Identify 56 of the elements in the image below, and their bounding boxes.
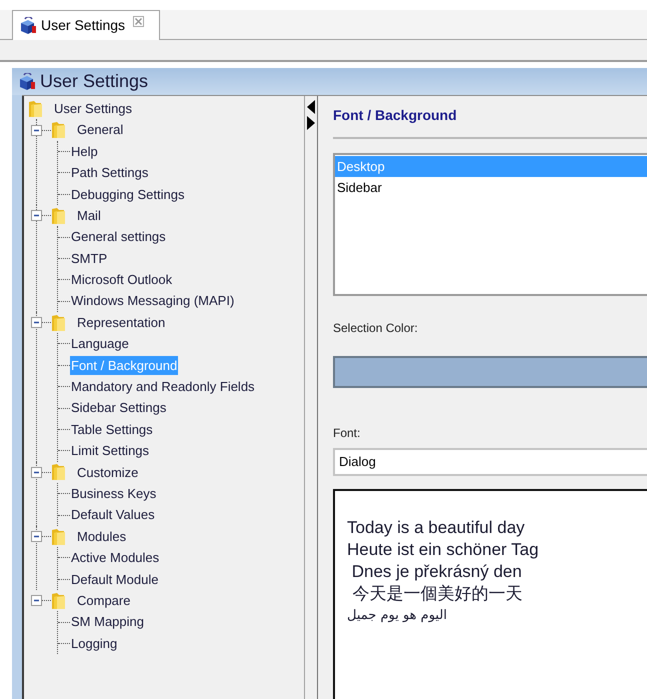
tab[interactable]: User Settings <box>12 10 160 40</box>
tree-item[interactable]: Path Settings <box>70 163 150 183</box>
tree-item[interactable]: Sidebar Settings <box>70 398 168 418</box>
folder-icon <box>28 100 43 118</box>
font-dropdown[interactable]: Dialog <box>333 448 647 476</box>
color-swatch[interactable] <box>333 356 647 388</box>
tree-item[interactable]: Help <box>70 142 99 162</box>
app-icon <box>18 72 36 90</box>
tree-item[interactable]: Default Values <box>70 505 156 525</box>
collapse-icon[interactable] <box>31 595 42 606</box>
preview-text: اليوم هو يوم جميل <box>347 607 447 625</box>
tree-item[interactable]: Modules <box>76 528 128 544</box>
left-arrow-icon[interactable] <box>307 100 315 114</box>
folder-icon <box>51 314 66 332</box>
collapse-icon[interactable] <box>31 317 42 328</box>
folder-icon <box>51 121 66 140</box>
tree-item[interactable]: Business Keys <box>70 484 158 504</box>
app-icon <box>19 16 37 34</box>
preview-text: 今天是一個美好的一天 <box>351 583 522 606</box>
collapse-icon[interactable] <box>31 466 42 478</box>
tree-item[interactable]: Limit Settings <box>70 441 150 461</box>
preview-text: Dnes je překrásný den <box>350 561 522 583</box>
field-label: Font: <box>333 425 362 442</box>
field-label: Selection Color: <box>333 320 419 337</box>
tree-item[interactable]: Active Modules <box>70 548 160 568</box>
folder-icon <box>51 528 66 546</box>
folder-icon <box>51 592 66 610</box>
tree-item[interactable]: Table Settings <box>70 420 154 440</box>
right-arrow-icon[interactable] <box>307 116 315 130</box>
close-icon[interactable] <box>133 16 144 27</box>
tree-item[interactable]: User Settings <box>53 98 134 118</box>
tree-item[interactable]: Compare <box>76 592 132 608</box>
collapse-icon[interactable] <box>31 531 42 542</box>
tree-item[interactable]: Microsoft Outlook <box>70 270 174 290</box>
tree-item[interactable]: Default Module <box>70 570 160 590</box>
tree-item[interactable]: Customize <box>76 464 140 480</box>
preview-text: Today is a beautiful day <box>347 517 525 539</box>
tree-item[interactable]: Representation <box>76 314 166 330</box>
panel-title: User Settings <box>40 70 148 93</box>
collapse-icon[interactable] <box>31 210 42 222</box>
tree-item[interactable]: General settings <box>70 227 167 247</box>
tree-item[interactable]: Debugging Settings <box>70 184 186 204</box>
tree-item[interactable]: Logging <box>70 634 118 654</box>
folder-icon <box>51 463 66 482</box>
folder-icon <box>51 206 66 225</box>
section-title: Font / Background <box>333 106 458 125</box>
tree-item[interactable]: Mail <box>76 208 102 223</box>
tree-item[interactable]: SM Mapping <box>70 612 145 632</box>
tree-item[interactable]: Mandatory and Readonly Fields <box>70 377 256 397</box>
tree-item[interactable]: Language <box>70 334 130 354</box>
tree-item[interactable]: General <box>76 122 124 138</box>
preview-text: Heute ist ein schöner Tag <box>347 539 539 561</box>
tree-item[interactable]: Windows Messaging (MAPI) <box>70 291 236 311</box>
collapse-icon[interactable] <box>31 124 42 136</box>
tree-item[interactable]: SMTP <box>70 248 108 268</box>
list-item[interactable]: Sidebar <box>335 177 647 198</box>
